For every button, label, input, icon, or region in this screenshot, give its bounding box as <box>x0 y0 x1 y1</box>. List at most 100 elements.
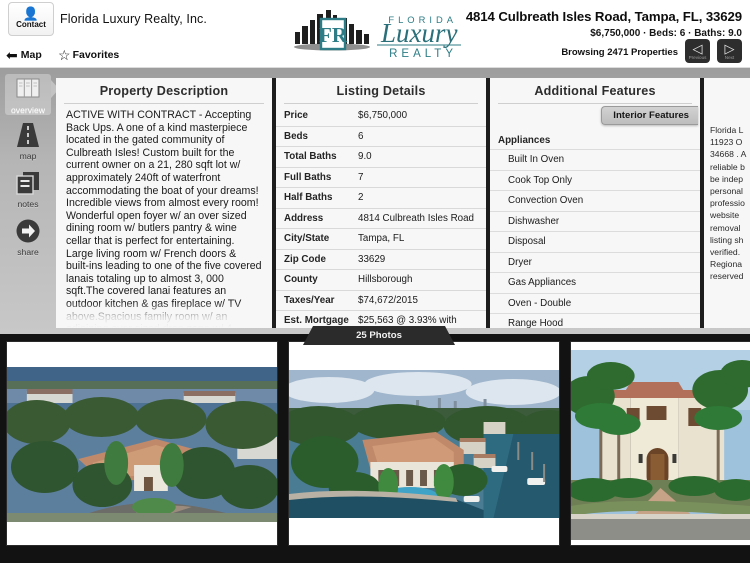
svg-text:FR: FR <box>319 23 348 47</box>
browsing-count: Browsing 2471 Properties <box>561 47 678 58</box>
sidebar-item-notes-label: notes <box>17 199 39 209</box>
app-header: 👤 Contact Florida Luxury Realty, Inc. ⬅ … <box>0 0 750 68</box>
listing-detail-row: Zip Code 33629 <box>276 250 486 270</box>
listing-detail-value: Hillsborough <box>358 274 413 286</box>
sidebar-item-map[interactable]: map <box>5 120 51 161</box>
listing-detail-key: Taxes/Year <box>284 294 335 306</box>
listing-detail-value: $74,672/2015 <box>358 294 418 306</box>
sidebar-item-share-label: share <box>17 247 39 257</box>
listing-detail-row: Est. Mortgage $25,563 @ 3.93% with <box>276 311 486 328</box>
listing-detail-key: Total Baths <box>284 151 337 163</box>
listing-detail-key: Beds <box>284 130 308 142</box>
svg-text:Luxury: Luxury <box>380 18 458 48</box>
listing-detail-row: Full Baths 7 <box>276 168 486 188</box>
listing-detail-key: Zip Code <box>284 253 326 265</box>
feature-list-item: Built In Oven <box>490 149 700 170</box>
favorites-button[interactable]: ☆ Favorites <box>58 48 119 62</box>
sidebar-item-notes[interactable]: notes <box>5 168 51 209</box>
previous-button-label: Previous <box>688 54 707 60</box>
road-icon <box>17 123 39 147</box>
contact-button-label: Contact <box>16 20 46 29</box>
listing-detail-value: 7 <box>358 171 364 183</box>
additional-features-title: Additional Features <box>534 84 656 98</box>
feature-list-item: Oven - Double <box>490 292 700 314</box>
front-facade-image <box>571 350 750 540</box>
listing-detail-value: 2 <box>358 192 364 204</box>
sidebar-item-overview-label: overview <box>11 105 45 115</box>
triangle-right-icon: ▷ <box>724 40 735 56</box>
feature-list-item: Convection Oven <box>490 190 700 211</box>
listing-detail-key: Address <box>284 212 324 224</box>
share-arrow-icon <box>16 219 40 243</box>
listing-detail-value: 9.0 <box>358 151 372 163</box>
next-button-label: Next <box>724 54 735 60</box>
listing-detail-value: $6,750,000 <box>358 110 408 122</box>
listing-detail-key: Half Baths <box>284 192 333 204</box>
panel-divider <box>498 103 692 104</box>
listing-detail-value: Tampa, FL <box>358 233 405 245</box>
listing-details-table: Price $6,750,000 Beds 6 Total Baths 9.0 Full B… <box>276 106 486 328</box>
page-title: 4814 Culbreath Isles Road, Tampa, FL, 33… <box>465 9 742 24</box>
feature-list-item: Disposal <box>490 231 700 252</box>
person-icon: 👤 <box>22 6 40 21</box>
content-area: overview map notes share Property Descri… <box>0 68 750 334</box>
svg-text:REALTY: REALTY <box>389 48 457 60</box>
listing-detail-value: 6 <box>358 130 364 142</box>
triangle-left-icon: ◁ <box>692 40 703 56</box>
listing-detail-row: Price $6,750,000 <box>276 106 486 127</box>
property-description-title: Property Description <box>99 84 229 98</box>
listing-detail-row: Beds 6 <box>276 127 486 147</box>
additional-features-panel[interactable]: Additional Features Interior Features Ap… <box>488 78 702 328</box>
listing-detail-key: Full Baths <box>284 171 332 183</box>
notes-icon <box>16 172 39 195</box>
sidebar-rail: overview map notes share <box>0 68 59 334</box>
panel-divider <box>284 103 478 104</box>
listing-detail-key: County <box>284 274 318 286</box>
sidebar-item-map-label: map <box>19 151 37 161</box>
photos-count-tab[interactable]: 25 Photos <box>303 326 455 345</box>
listing-detail-row: City/State Tampa, FL <box>276 229 486 250</box>
listing-detail-row: Taxes/Year $74,672/2015 <box>276 291 486 311</box>
listing-details-panel[interactable]: Listing Details Price $6,750,000 Beds 6 Tota… <box>274 78 488 328</box>
listing-detail-row: Half Baths 2 <box>276 188 486 209</box>
next-property-button[interactable]: ▷ Next <box>717 39 742 63</box>
listing-detail-key: Price <box>284 110 308 122</box>
photo-thumbnail[interactable] <box>288 341 560 546</box>
sidebar-item-share[interactable]: share <box>5 216 51 257</box>
property-description-text: ACTIVE WITH CONTRACT - Accepting Back Up… <box>66 109 262 328</box>
features-list: Appliances Built In Oven Cook Top Only Con… <box>490 131 700 328</box>
back-arrow-icon: ⬅ <box>6 47 18 63</box>
features-group-label: Appliances <box>498 135 551 146</box>
aerial-waterfront-estate-image <box>7 367 277 522</box>
listing-detail-value: 33629 <box>358 253 386 265</box>
feature-list-item: Gas Appliances <box>490 272 700 293</box>
brand-logo: FR FLORIDA Luxury REALTY <box>281 6 466 62</box>
feature-list-item: Dryer <box>490 251 700 273</box>
previous-property-button[interactable]: ◁ Previous <box>685 39 710 63</box>
listing-detail-row: Total Baths 9.0 <box>276 147 486 168</box>
property-description-panel[interactable]: Property Description ACTIVE WITH CONTRAC… <box>56 78 274 328</box>
listing-detail-key: Est. Mortgage <box>284 315 349 327</box>
tab-interior-features[interactable]: Interior Features <box>601 106 698 125</box>
listing-detail-value: 4814 Culbreath Isles Road <box>358 212 475 224</box>
photo-strip[interactable] <box>0 334 750 563</box>
description-fade-overlay <box>58 302 272 328</box>
disclaimer-text: Florida L 11923 O 34668 . A reliable b b… <box>710 125 747 282</box>
listing-detail-key: City/State <box>284 233 330 245</box>
feature-list-item: Dishwasher <box>490 210 700 232</box>
photo-thumbnail[interactable] <box>6 341 278 546</box>
disclaimer-panel[interactable]: Florida L 11923 O 34668 . A reliable b b… <box>702 78 750 328</box>
aerial-canal-pool-image <box>289 370 559 518</box>
map-button-label: Map <box>20 49 42 61</box>
photo-thumbnail[interactable] <box>570 341 750 546</box>
map-button[interactable]: ⬅ Map <box>6 48 42 62</box>
listing-detail-value: $25,563 @ 3.93% with <box>358 315 457 327</box>
feature-list-item: Cook Top Only <box>490 169 700 191</box>
listing-detail-row: County Hillsborough <box>276 270 486 291</box>
app-root: 👤 Contact Florida Luxury Realty, Inc. ⬅ … <box>0 0 750 563</box>
star-icon: ☆ <box>58 47 71 63</box>
brand-name: Florida Luxury Realty, Inc. <box>60 12 207 26</box>
contact-button[interactable]: 👤 Contact <box>8 2 54 36</box>
property-summary: $6,750,000 · Beds: 6 · Baths: 9.0 <box>590 28 742 39</box>
sidebar-item-overview[interactable]: overview <box>5 74 51 115</box>
